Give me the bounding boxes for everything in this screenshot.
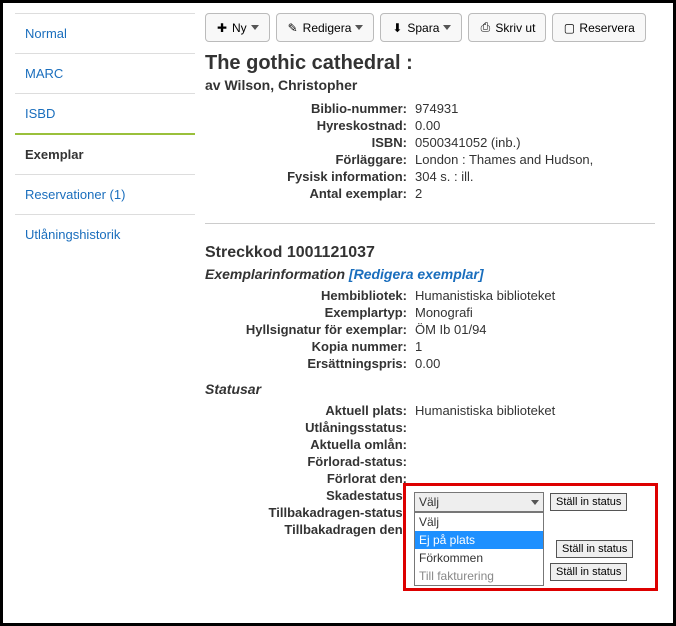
new-button[interactable]: ✚ Ny — [205, 13, 270, 42]
highlight-box: Välj Välj Ej på plats Förkommen Till fak… — [403, 483, 658, 591]
field-replacement: Ersättningspris:0.00 — [205, 356, 655, 371]
field-isbn: ISBN:0500341052 (inb.) — [205, 135, 655, 150]
field-copies: Antal exemplar:2 — [205, 186, 655, 201]
caret-icon — [251, 25, 259, 30]
field-homelib: Hembibliotek:Humanistiska biblioteket — [205, 288, 655, 303]
status-renewals: Aktuella omlån: — [205, 437, 655, 452]
record-details: Biblio-nummer:974931 Hyreskostnad:0.00 I… — [205, 101, 655, 224]
edit-button[interactable]: ✎ Redigera — [276, 13, 375, 42]
print-icon: ⎙ — [479, 20, 491, 35]
new-label: Ny — [232, 21, 247, 35]
field-biblionumber: Biblio-nummer:974931 — [205, 101, 655, 116]
tab-normal[interactable]: Normal — [15, 13, 195, 53]
print-button[interactable]: ⎙ Skriv ut — [468, 13, 546, 42]
caret-icon — [443, 25, 451, 30]
item-info-head: Exemplarinformation [Redigera exemplar] — [205, 266, 655, 282]
field-publisher: Förläggare:London : Thames and Hudson, — [205, 152, 655, 167]
record-author: av Wilson, Christopher — [205, 77, 655, 93]
option-ej-pa-plats[interactable]: Ej på plats — [415, 531, 543, 549]
save-button[interactable]: ⬇ Spara — [380, 13, 462, 42]
field-callnumber: Hyllsignatur för exemplar:ÖM Ib 01/94 — [205, 322, 655, 337]
field-copynumber: Kopia nummer:1 — [205, 339, 655, 354]
option-forkommen[interactable]: Förkommen — [415, 549, 543, 567]
tab-exemplar[interactable]: Exemplar — [15, 133, 195, 174]
field-rental: Hyreskostnad:0.00 — [205, 118, 655, 133]
set-withdrawn-status-button[interactable]: Ställ in status — [550, 563, 627, 581]
set-lost-status-button[interactable]: Ställ in status — [550, 493, 627, 511]
reserve-label: Reservera — [579, 21, 634, 35]
record-title: The gothic cathedral : — [205, 52, 655, 75]
field-physical: Fysisk information:304 s. : ill. — [205, 169, 655, 184]
set-damaged-status-button[interactable]: Ställ in status — [556, 540, 633, 558]
tab-marc[interactable]: MARC — [15, 53, 195, 93]
pencil-icon: ✎ — [287, 21, 299, 35]
save-label: Spara — [407, 21, 439, 35]
print-label: Skriv ut — [495, 21, 535, 35]
caret-icon — [531, 500, 539, 505]
item-details: Hembibliotek:Humanistiska biblioteket Ex… — [205, 288, 655, 371]
status-checkout: Utlåningsstatus: — [205, 420, 655, 435]
edit-label: Redigera — [303, 21, 352, 35]
tab-history[interactable]: Utlåningshistorik — [15, 214, 195, 254]
reserve-button[interactable]: ▢ Reservera — [552, 13, 645, 42]
tab-isbd[interactable]: ISBD — [15, 93, 195, 133]
tab-reservations[interactable]: Reservationer (1) — [15, 174, 195, 214]
option-valj[interactable]: Välj — [415, 513, 543, 531]
bookmark-icon: ▢ — [563, 21, 575, 35]
status-currentloc: Aktuell plats:Humanistiska biblioteket — [205, 403, 655, 418]
status-lost: Förlorad-status: — [205, 454, 655, 469]
download-icon: ⬇ — [391, 21, 403, 35]
plus-icon: ✚ — [216, 21, 228, 35]
edit-item-link[interactable]: [Redigera exemplar] — [349, 266, 484, 282]
caret-icon — [355, 25, 363, 30]
option-till-fakturering[interactable]: Till fakturering — [415, 567, 543, 585]
barcode-heading: Streckkod 1001121037 — [205, 244, 655, 262]
lost-status-select[interactable]: Välj Välj Ej på plats Förkommen Till fak… — [414, 492, 544, 512]
toolbar: ✚ Ny ✎ Redigera ⬇ Spara ⎙ Skriv ut ▢ Res… — [205, 13, 655, 42]
sidebar: Normal MARC ISBD Exemplar Reservationer … — [15, 13, 195, 613]
field-itemtype: Exemplartyp:Monografi — [205, 305, 655, 320]
statuses-head: Statusar — [205, 381, 655, 397]
lost-status-options[interactable]: Välj Ej på plats Förkommen Till fakturer… — [414, 512, 544, 586]
